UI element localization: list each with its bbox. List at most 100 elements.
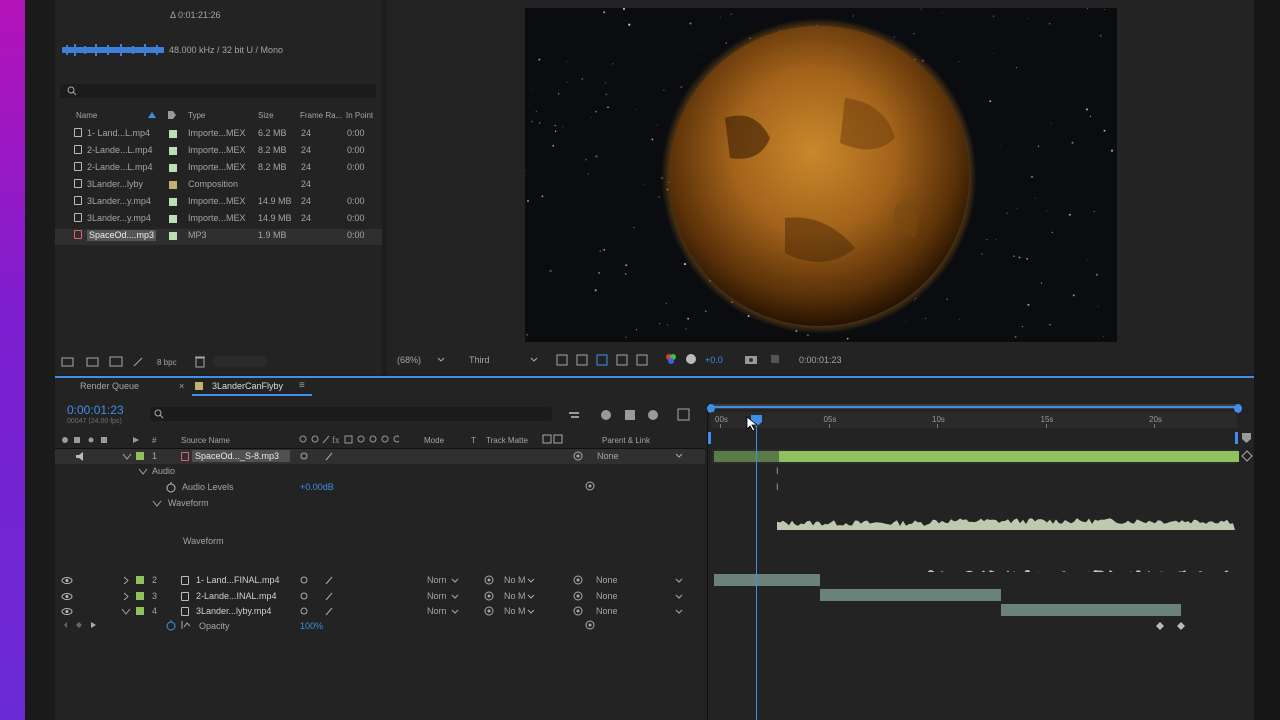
layer-name[interactable]: 2-Lande...INAL.mp4	[196, 591, 277, 602]
blend-mode-dropdown[interactable]: Norn	[427, 591, 447, 602]
tab-composition[interactable]: 3LanderCanFlyby	[212, 381, 283, 392]
layer-2-bar[interactable]	[714, 574, 820, 586]
zoom-dropdown[interactable]: (68%)	[397, 355, 421, 366]
layer-switches[interactable]	[299, 606, 339, 617]
layer-switches[interactable]	[299, 575, 339, 586]
layer-row-2[interactable]: 2 1- Land...FINAL.mp4 Norn No M None	[55, 573, 705, 588]
project-item[interactable]: SpaceOd....mp3 MP3 1.9 MB 0:00	[55, 229, 382, 245]
bit-depth-button[interactable]: 8 bpc	[157, 357, 177, 368]
layer-color-chip[interactable]	[136, 607, 144, 615]
opacity-keyframes[interactable]	[1154, 621, 1188, 631]
item-name[interactable]: 1- Land...L.mp4	[87, 128, 150, 139]
matte-toggle-icons[interactable]	[542, 434, 564, 445]
blend-mode-dropdown[interactable]: Norn	[427, 606, 447, 617]
resolution-dropdown[interactable]: Third	[469, 355, 490, 366]
opacity-value[interactable]: 100%	[300, 621, 323, 632]
project-item[interactable]: 3Lander...y.mp4 Importe...MEX 14.9 MB 24 0:0…	[55, 212, 382, 228]
chevron-right-icon[interactable]	[121, 592, 131, 601]
keyframe-marker[interactable]: I	[776, 482, 779, 493]
project-item[interactable]: 1- Land...L.mp4 Importe...MEX 6.2 MB 24 0:00	[55, 127, 382, 143]
layer-name[interactable]: 3Lander...lyby.mp4	[196, 606, 271, 617]
label-color-chip[interactable]	[169, 164, 177, 172]
layer-name[interactable]: SpaceOd..._S-8.mp3	[195, 451, 279, 462]
parent-dropdown[interactable]: None	[596, 575, 618, 586]
track-matte-dropdown[interactable]: No M	[504, 606, 526, 617]
pick-whip-icon[interactable]	[484, 575, 496, 586]
layer-color-chip[interactable]	[136, 591, 144, 600]
chevron-down-icon[interactable]	[121, 607, 131, 616]
track-matte-dropdown[interactable]: No M	[504, 591, 526, 602]
pick-whip-icon[interactable]	[573, 451, 585, 462]
track-matte-dropdown[interactable]: No M	[504, 575, 526, 586]
visibility-eye-icon[interactable]	[61, 607, 73, 616]
keyframe-navigator[interactable]	[63, 620, 103, 630]
tab-menu-icon[interactable]: ≡	[299, 380, 305, 391]
layer-switches[interactable]	[299, 591, 339, 602]
column-name[interactable]: Name	[76, 110, 97, 121]
column-type[interactable]: Type	[188, 110, 205, 121]
project-item[interactable]: 3Lander...y.mp4 Importe...MEX 14.9 MB 24 0:0…	[55, 195, 382, 211]
layer-row-1[interactable]: 1 SpaceOd..._S-8.mp3 None	[55, 449, 705, 464]
chevron-down-icon[interactable]	[152, 499, 162, 508]
snapshot-camera-icon[interactable]	[744, 353, 758, 365]
current-time-indicator-line[interactable]	[756, 416, 757, 720]
viewer-timecode[interactable]: 0:00:01:23	[799, 355, 842, 366]
layer-color-chip[interactable]	[136, 576, 144, 584]
visibility-eye-icon[interactable]	[61, 576, 73, 585]
label-tag-icon[interactable]	[167, 110, 177, 120]
keyframe-marker[interactable]: I	[776, 466, 779, 477]
pick-whip-icon[interactable]	[573, 606, 585, 617]
expression-icon[interactable]	[585, 620, 597, 631]
item-name[interactable]: 2-Lande...L.mp4	[87, 145, 153, 156]
pick-whip-icon[interactable]	[484, 591, 496, 602]
expression-icon[interactable]	[585, 481, 597, 492]
layer-3-bar[interactable]	[820, 589, 1001, 601]
layer-row-3[interactable]: 3 2-Lande...INAL.mp4 Norn No M None	[55, 589, 705, 604]
layer-4-bar[interactable]	[1001, 604, 1181, 616]
item-name[interactable]: 3Lander...y.mp4	[87, 213, 151, 224]
pick-whip-icon[interactable]	[484, 606, 496, 617]
item-name[interactable]: 3Lander...lyby	[87, 179, 143, 190]
color-channels-icon[interactable]	[665, 353, 677, 365]
parent-dropdown[interactable]: None	[596, 591, 618, 602]
stopwatch-icon[interactable]	[165, 619, 177, 631]
project-item[interactable]: 3Lander...lyby Composition 24	[55, 178, 382, 194]
viewer-toggle-icons[interactable]	[555, 353, 655, 367]
layer-name[interactable]: 1- Land...FINAL.mp4	[196, 575, 280, 586]
sort-ascending-icon[interactable]	[147, 111, 157, 119]
chevron-down-icon[interactable]	[138, 467, 148, 476]
work-area-out-marker[interactable]	[1235, 432, 1238, 444]
audio-speaker-icon[interactable]	[75, 452, 87, 461]
project-search-input[interactable]	[60, 84, 376, 98]
timeline-switches-icons[interactable]	[567, 408, 697, 422]
parent-dropdown[interactable]: None	[596, 606, 618, 617]
column-in-point[interactable]: In Point	[346, 110, 373, 121]
close-tab-icon[interactable]: ×	[179, 381, 184, 392]
stopwatch-icon[interactable]	[165, 481, 177, 493]
tab-render-queue[interactable]: Render Queue	[80, 381, 139, 392]
exposure-icon[interactable]	[685, 353, 697, 365]
label-color-chip[interactable]	[169, 130, 177, 138]
label-color-chip[interactable]	[169, 232, 177, 240]
project-item[interactable]: 2-Lande...L.mp4 Importe...MEX 8.2 MB 24 0:00	[55, 161, 382, 177]
graph-editor-icon[interactable]	[181, 620, 193, 630]
project-scrollbar[interactable]	[213, 356, 267, 367]
column-mode[interactable]: Mode	[424, 435, 444, 446]
layer-switches[interactable]	[299, 451, 339, 462]
composition-canvas[interactable]	[525, 8, 1117, 342]
blend-mode-dropdown[interactable]: Norn	[427, 575, 447, 586]
exposure-value[interactable]: +0.0	[705, 355, 723, 366]
column-track-matte[interactable]: Track Matte	[486, 435, 528, 446]
audio-levels-value[interactable]: +0.00dB	[300, 482, 334, 493]
label-color-chip[interactable]	[169, 198, 177, 206]
chevron-right-icon[interactable]	[121, 576, 131, 585]
layer-end-icon[interactable]	[1241, 450, 1253, 462]
trash-icon[interactable]	[194, 355, 206, 368]
item-name[interactable]: 3Lander...y.mp4	[87, 196, 151, 207]
project-item[interactable]: 2-Lande...L.mp4 Importe...MEX 8.2 MB 24 0:00	[55, 144, 382, 160]
column-source-name[interactable]: Source Name	[181, 435, 230, 446]
label-color-chip[interactable]	[169, 147, 177, 155]
audio-layer-bar[interactable]	[779, 451, 1239, 462]
column-t[interactable]: T	[471, 435, 476, 446]
label-color-chip[interactable]	[169, 215, 177, 223]
